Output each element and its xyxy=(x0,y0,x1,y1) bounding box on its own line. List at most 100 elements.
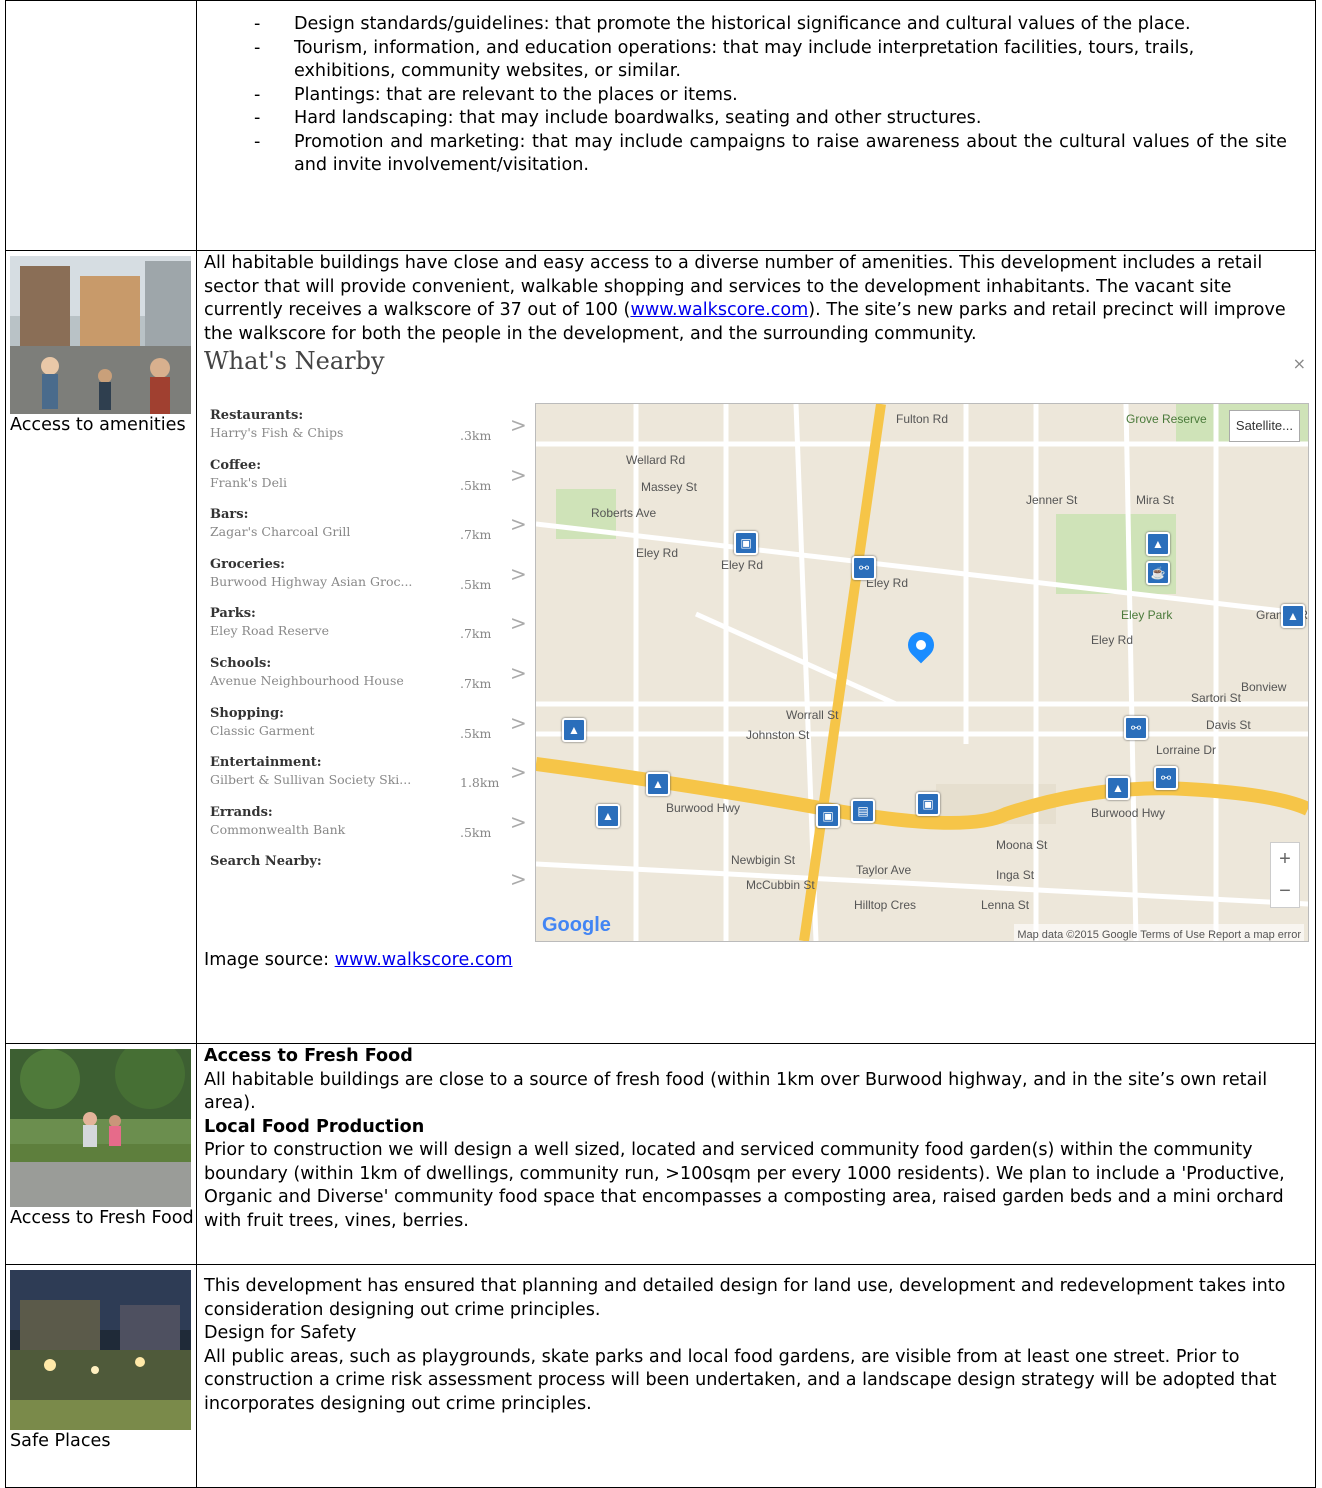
school-icon[interactable]: ▲ xyxy=(1281,604,1305,628)
nearby-category[interactable]: Restaurants: Harry's Fish & Chips .3km > xyxy=(210,408,530,458)
paragraph: All habitable buildings are close to a s… xyxy=(204,1069,1268,1114)
row-label-cell xyxy=(5,0,197,251)
category-name: Search Nearby: xyxy=(210,854,322,870)
street-label: Burwood Hwy xyxy=(1091,806,1166,820)
street-label: Grove Reserve xyxy=(1126,412,1207,426)
whats-nearby-widget: What's Nearby × Restaurants: Harry's Fish… xyxy=(204,349,1309,942)
restaurant-icon[interactable]: ⚯ xyxy=(852,556,876,580)
category-name: Shopping: xyxy=(210,705,284,721)
chevron-right-icon[interactable]: > xyxy=(510,612,527,636)
category-name: Schools: xyxy=(210,655,272,671)
bar-icon[interactable]: ▣ xyxy=(816,804,840,828)
school-icon[interactable]: ▲ xyxy=(646,772,670,796)
street-label: Hilltop Cres xyxy=(854,898,917,912)
street-label: Roberts Ave xyxy=(591,506,657,520)
safe-places-photo xyxy=(10,1270,191,1430)
list-item: Promotion and marketing: that may includ… xyxy=(204,131,1309,178)
chevron-right-icon[interactable]: > xyxy=(510,661,527,686)
category-name: Errands: xyxy=(210,804,273,820)
category-place: Zagar's Charcoal Grill xyxy=(210,524,351,540)
school-icon[interactable]: ▲ xyxy=(1106,776,1130,800)
row-caption: Safe Places xyxy=(10,1431,111,1451)
nearby-category[interactable]: Shopping: Classic Garment .5km > xyxy=(210,706,530,756)
paragraph: Prior to construction we will design a w… xyxy=(204,1140,1285,1231)
street-label: Eley Rd xyxy=(721,558,764,572)
street-label: Sartori St xyxy=(1191,691,1242,705)
street-label: Moona St xyxy=(996,838,1048,852)
bullet-list: Design standards/guidelines: that promot… xyxy=(204,13,1309,178)
map-view[interactable]: Fulton Rd Grove Reserve Wellard Rd Masse… xyxy=(535,403,1309,942)
nearby-category[interactable]: Errands: Commonwealth Bank .5km > xyxy=(210,805,530,855)
category-name: Parks: xyxy=(210,606,256,622)
amenities-photo xyxy=(10,256,191,414)
street-label: Newbigin St xyxy=(731,853,796,867)
grocery-icon[interactable]: ▤ xyxy=(851,799,875,823)
street-label: Mira St xyxy=(1136,493,1175,507)
park-icon[interactable]: ▲ xyxy=(1146,532,1170,556)
chevron-right-icon[interactable]: > xyxy=(510,463,527,488)
street-label: Eley Rd xyxy=(1091,633,1134,647)
image-source: Image source: www.walkscore.com xyxy=(204,949,1309,973)
chevron-right-icon[interactable]: > xyxy=(510,761,527,785)
school-icon[interactable]: ▲ xyxy=(596,804,620,828)
category-name: Coffee: xyxy=(210,457,262,473)
nearby-category[interactable]: Coffee: Frank's Deli .5km > xyxy=(210,458,530,508)
chevron-right-icon[interactable]: > xyxy=(510,513,527,537)
source-link[interactable]: www.walkscore.com xyxy=(335,950,513,970)
category-distance: .5km xyxy=(460,824,492,840)
row-label-cell: Access to Fresh Food xyxy=(5,1043,197,1265)
map-attribution[interactable]: Map data ©2015 Google Terms of Use Repor… xyxy=(1014,924,1304,941)
nearby-category[interactable]: Search Nearby: > xyxy=(210,854,530,904)
category-distance: 1.8km xyxy=(460,775,500,791)
shopping-icon[interactable]: ▣ xyxy=(734,531,758,555)
restaurant-icon[interactable]: ⚯ xyxy=(1124,716,1148,740)
row-label-cell: Access to amenities xyxy=(5,250,197,1044)
category-distance: .5km xyxy=(460,576,492,592)
category-place: Harry's Fish & Chips xyxy=(210,425,344,440)
nearby-category[interactable]: Entertainment: Gilbert & Sullivan Society… xyxy=(210,755,530,805)
category-place: Gilbert & Sullivan Society Ski... xyxy=(210,772,412,788)
chevron-right-icon[interactable]: > xyxy=(510,810,527,835)
chevron-right-icon[interactable]: > xyxy=(510,868,527,892)
street-label: Eley Park xyxy=(1121,608,1173,622)
content-table: Design standards/guidelines: that promot… xyxy=(5,0,1316,1488)
zoom-in-button[interactable]: + xyxy=(1271,843,1299,875)
nearby-category[interactable]: Schools: Avenue Neighbourhood House .7km > xyxy=(210,656,530,706)
category-distance: .7km xyxy=(460,675,492,691)
street-label: Bonview xyxy=(1241,680,1287,694)
list-item: Design standards/guidelines: that promot… xyxy=(204,13,1309,37)
close-icon[interactable]: × xyxy=(1293,352,1306,376)
category-place: Frank's Deli xyxy=(210,474,287,490)
category-distance: .5km xyxy=(460,725,492,741)
chevron-right-icon[interactable]: > xyxy=(510,562,527,587)
zoom-out-button[interactable]: − xyxy=(1271,875,1299,907)
satellite-button[interactable]: Satellite... xyxy=(1228,410,1300,442)
category-place: Commonwealth Bank xyxy=(210,821,346,837)
category-name: Groceries: xyxy=(210,556,285,572)
nearby-category[interactable]: Groceries: Burwood Highway Asian Groc....… xyxy=(210,557,530,607)
chevron-right-icon[interactable]: > xyxy=(510,413,527,438)
walkscore-link[interactable]: www.walkscore.com xyxy=(630,300,808,320)
category-distance: .3km xyxy=(460,428,492,443)
zoom-control: + − xyxy=(1270,842,1300,908)
category-place: Burwood Highway Asian Groc... xyxy=(210,573,413,589)
coffee-icon[interactable]: ☕ xyxy=(1146,561,1170,585)
category-place: Classic Garment xyxy=(210,722,315,738)
shopping-icon[interactable]: ▣ xyxy=(916,792,940,816)
street-label: Jenner St xyxy=(1026,493,1078,507)
school-icon[interactable]: ▲ xyxy=(562,718,586,742)
section-heading: Local Food Production xyxy=(204,1116,425,1137)
street-label: Burwood Hwy xyxy=(666,801,741,815)
restaurant-icon[interactable]: ⚯ xyxy=(1154,766,1178,790)
nearby-category[interactable]: Parks: Eley Road Reserve .7km > xyxy=(210,606,530,656)
row-content-cell: Access to Fresh Food All habitable build… xyxy=(196,1043,1316,1265)
category-name: Bars: xyxy=(210,507,249,523)
table-row: Safe Places This development has ensured… xyxy=(5,1264,1316,1488)
category-name: Restaurants: xyxy=(210,408,304,423)
street-label: Taylor Ave xyxy=(856,863,912,877)
row-content-cell: Design standards/guidelines: that promot… xyxy=(196,0,1316,251)
nearby-category[interactable]: Bars: Zagar's Charcoal Grill .7km > xyxy=(210,507,530,557)
category-place: Avenue Neighbourhood House xyxy=(210,672,404,688)
chevron-right-icon[interactable]: > xyxy=(510,711,527,736)
google-logo: Google xyxy=(542,914,611,936)
